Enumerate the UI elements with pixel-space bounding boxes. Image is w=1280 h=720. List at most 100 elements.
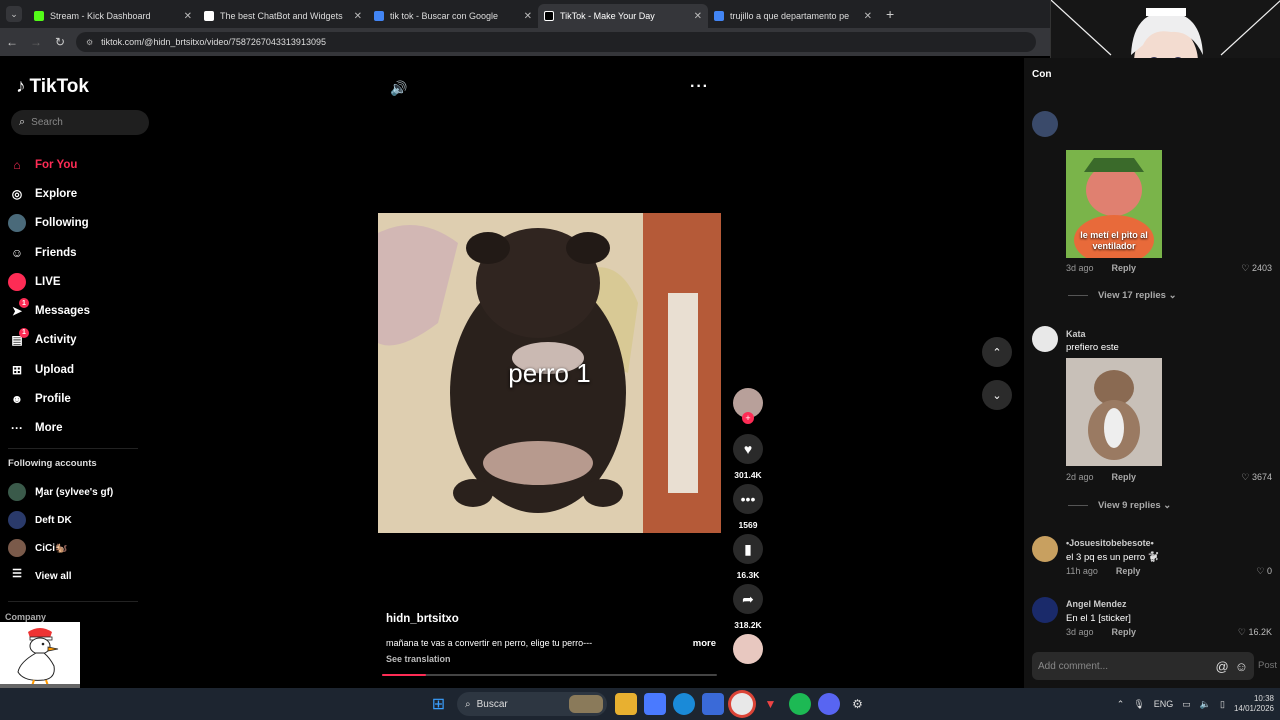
windows-start-icon[interactable]: ⊞ [428,693,450,715]
add-comment-input[interactable]: Add comment... @ ☺ [1032,652,1254,680]
sidebar-item-following[interactable]: Following [8,209,158,238]
url-field[interactable]: ⚙ tiktok.com/@hidn_brtsitxo/video/758726… [76,32,1036,52]
avatar[interactable] [1032,536,1058,562]
battery-icon[interactable]: ▯ [1220,699,1225,710]
reply-button[interactable]: Reply [1112,472,1137,482]
close-icon[interactable]: ✕ [524,11,532,22]
network-icon[interactable]: ▭ [1182,699,1191,710]
music-disc[interactable] [732,634,764,664]
share-button[interactable]: ➦ 318.2K [732,584,764,634]
reply-button[interactable]: Reply [1116,566,1141,576]
comments-title: Con [1032,69,1052,80]
view-replies-button[interactable]: View 17 replies ⌄ [1068,290,1177,301]
creator-avatar[interactable]: + [732,388,764,424]
browser-tab[interactable]: Stream - Kick Dashboard ✕ [28,4,198,28]
search-input[interactable]: ⌕ Search [11,110,149,135]
emoji-icon[interactable]: ☺ [1235,659,1248,674]
file-explorer-icon[interactable] [614,693,637,715]
microphone-icon[interactable]: 🎙 [1133,699,1144,710]
tab-title: trujillo a que departamento pe [730,11,850,21]
comment-author[interactable]: •Josuesitobebesote• [1066,538,1154,548]
sidebar-item-for-you[interactable]: ⌂ For You [8,150,158,179]
chrome-icon[interactable] [730,693,753,715]
avatar[interactable] [1032,111,1058,137]
sidebar-item-activity[interactable]: ▤ 1 Activity [8,326,158,355]
close-icon[interactable]: ✕ [694,11,702,22]
edge-icon[interactable] [672,693,695,715]
tab-search-button[interactable]: ⌄ [6,6,22,22]
comment-like[interactable]: ♡ 2403 [1241,263,1272,274]
progress-fill [382,674,426,676]
spotify-icon[interactable] [788,693,811,715]
more-link[interactable]: more [693,638,716,649]
taskbar-search[interactable]: ⌕ Buscar [457,692,607,716]
sidebar-item-upload[interactable]: ⊞ Upload [8,355,158,384]
chevron-up-icon[interactable]: ⌃ [1117,699,1125,710]
browser-tab[interactable]: trujillo a que departamento pe ✕ [708,4,878,28]
sidebar-item-friends[interactable]: ☺ Friends [8,238,158,267]
more-options-icon[interactable]: ··· [690,78,709,96]
following-account[interactable]: CiCi🐿️ [8,534,158,562]
settings-icon[interactable]: ⚙ [847,693,869,715]
comment-like[interactable]: ♡ 3674 [1241,472,1272,483]
comment-button[interactable]: ••• 1569 [732,484,764,534]
following-account[interactable]: Deft DK [8,506,158,534]
sidebar-item-more[interactable]: ··· More [8,414,158,443]
language-indicator[interactable]: ENG [1154,699,1174,709]
discord-icon[interactable] [817,693,840,715]
comment-like[interactable]: ♡ 16.2K [1238,627,1272,638]
back-icon[interactable]: ← [0,35,24,49]
forward-icon[interactable]: → [24,35,48,49]
sidebar-item-label: Messages [35,305,90,318]
following-account[interactable]: Ɱar (sylvee's gf) [8,478,158,506]
sidebar-item-explore[interactable]: ◎ Explore [8,179,158,208]
comment-time: 3d ago [1066,627,1094,637]
reply-button[interactable]: Reply [1112,263,1137,273]
sidebar-item-live[interactable]: LIVE [8,267,158,296]
post-button[interactable]: Post [1258,660,1277,671]
comment-like[interactable]: ♡ 0 [1256,566,1272,577]
copilot-icon[interactable] [643,693,666,715]
clock[interactable]: 10:38 14/01/2026 [1234,694,1274,714]
author-name[interactable]: hidn_brtsitxo [386,613,459,625]
close-icon[interactable]: ✕ [354,11,362,22]
reply-button[interactable]: Reply [1112,627,1137,637]
site-info-icon[interactable]: ⚙ [86,38,93,47]
mention-icon[interactable]: @ [1216,659,1229,674]
next-video-button[interactable]: ⌄ [982,380,1012,410]
save-button[interactable]: ▮ 16.3K [732,534,764,584]
like-button[interactable]: ♥ 301.4K [732,434,764,484]
close-icon[interactable]: ✕ [184,11,192,22]
avatar[interactable] [1032,326,1058,352]
comment-image[interactable] [1066,358,1162,466]
comment-item: le metí el pito al ventilador 3d ago Rep… [1032,111,1280,274]
reload-icon[interactable]: ↻ [48,35,72,49]
comment-image[interactable]: le metí el pito al ventilador [1066,150,1162,258]
new-tab-button[interactable]: + [886,6,894,22]
view-replies-button[interactable]: View 9 replies ⌄ [1068,500,1171,511]
comment-item: •Josuesitobebesote• el 3 pq es un perro … [1032,536,1280,576]
previous-video-button[interactable]: ⌃ [982,337,1012,367]
video-progress-bar[interactable] [382,674,717,676]
company-link[interactable]: Company [5,612,46,622]
volume-icon[interactable]: 🔊 [390,80,407,97]
see-translation-link[interactable]: See translation [386,654,451,664]
browser-tab[interactable]: The best ChatBot and Widgets ✕ [198,4,368,28]
browser-tab[interactable]: tik tok - Buscar con Google ✕ [368,4,538,28]
close-icon[interactable]: ✕ [864,11,872,22]
video-frame[interactable]: perro 1 [378,213,721,533]
store-icon[interactable] [701,693,724,715]
tiktok-logo[interactable]: ♪ TikTok [16,76,89,98]
comment-author[interactable]: Kata [1066,329,1086,339]
view-all-link[interactable]: ☰ View all [8,562,158,590]
follow-plus-icon[interactable]: + [742,412,754,424]
comment-author[interactable]: Angel Mendez [1066,599,1127,609]
speaker-icon[interactable]: 🔈 [1200,699,1211,710]
sidebar-item-profile[interactable]: ☻ Profile [8,384,158,413]
sidebar-item-messages[interactable]: ➤ 1 Messages [8,296,158,325]
avatar[interactable] [1032,597,1058,623]
app-icon[interactable]: ▼ [760,693,782,715]
tab-favicon-icon [204,11,214,21]
like-count: 3674 [1251,472,1272,482]
browser-tab[interactable]: TikTok - Make Your Day ✕ [538,4,708,28]
